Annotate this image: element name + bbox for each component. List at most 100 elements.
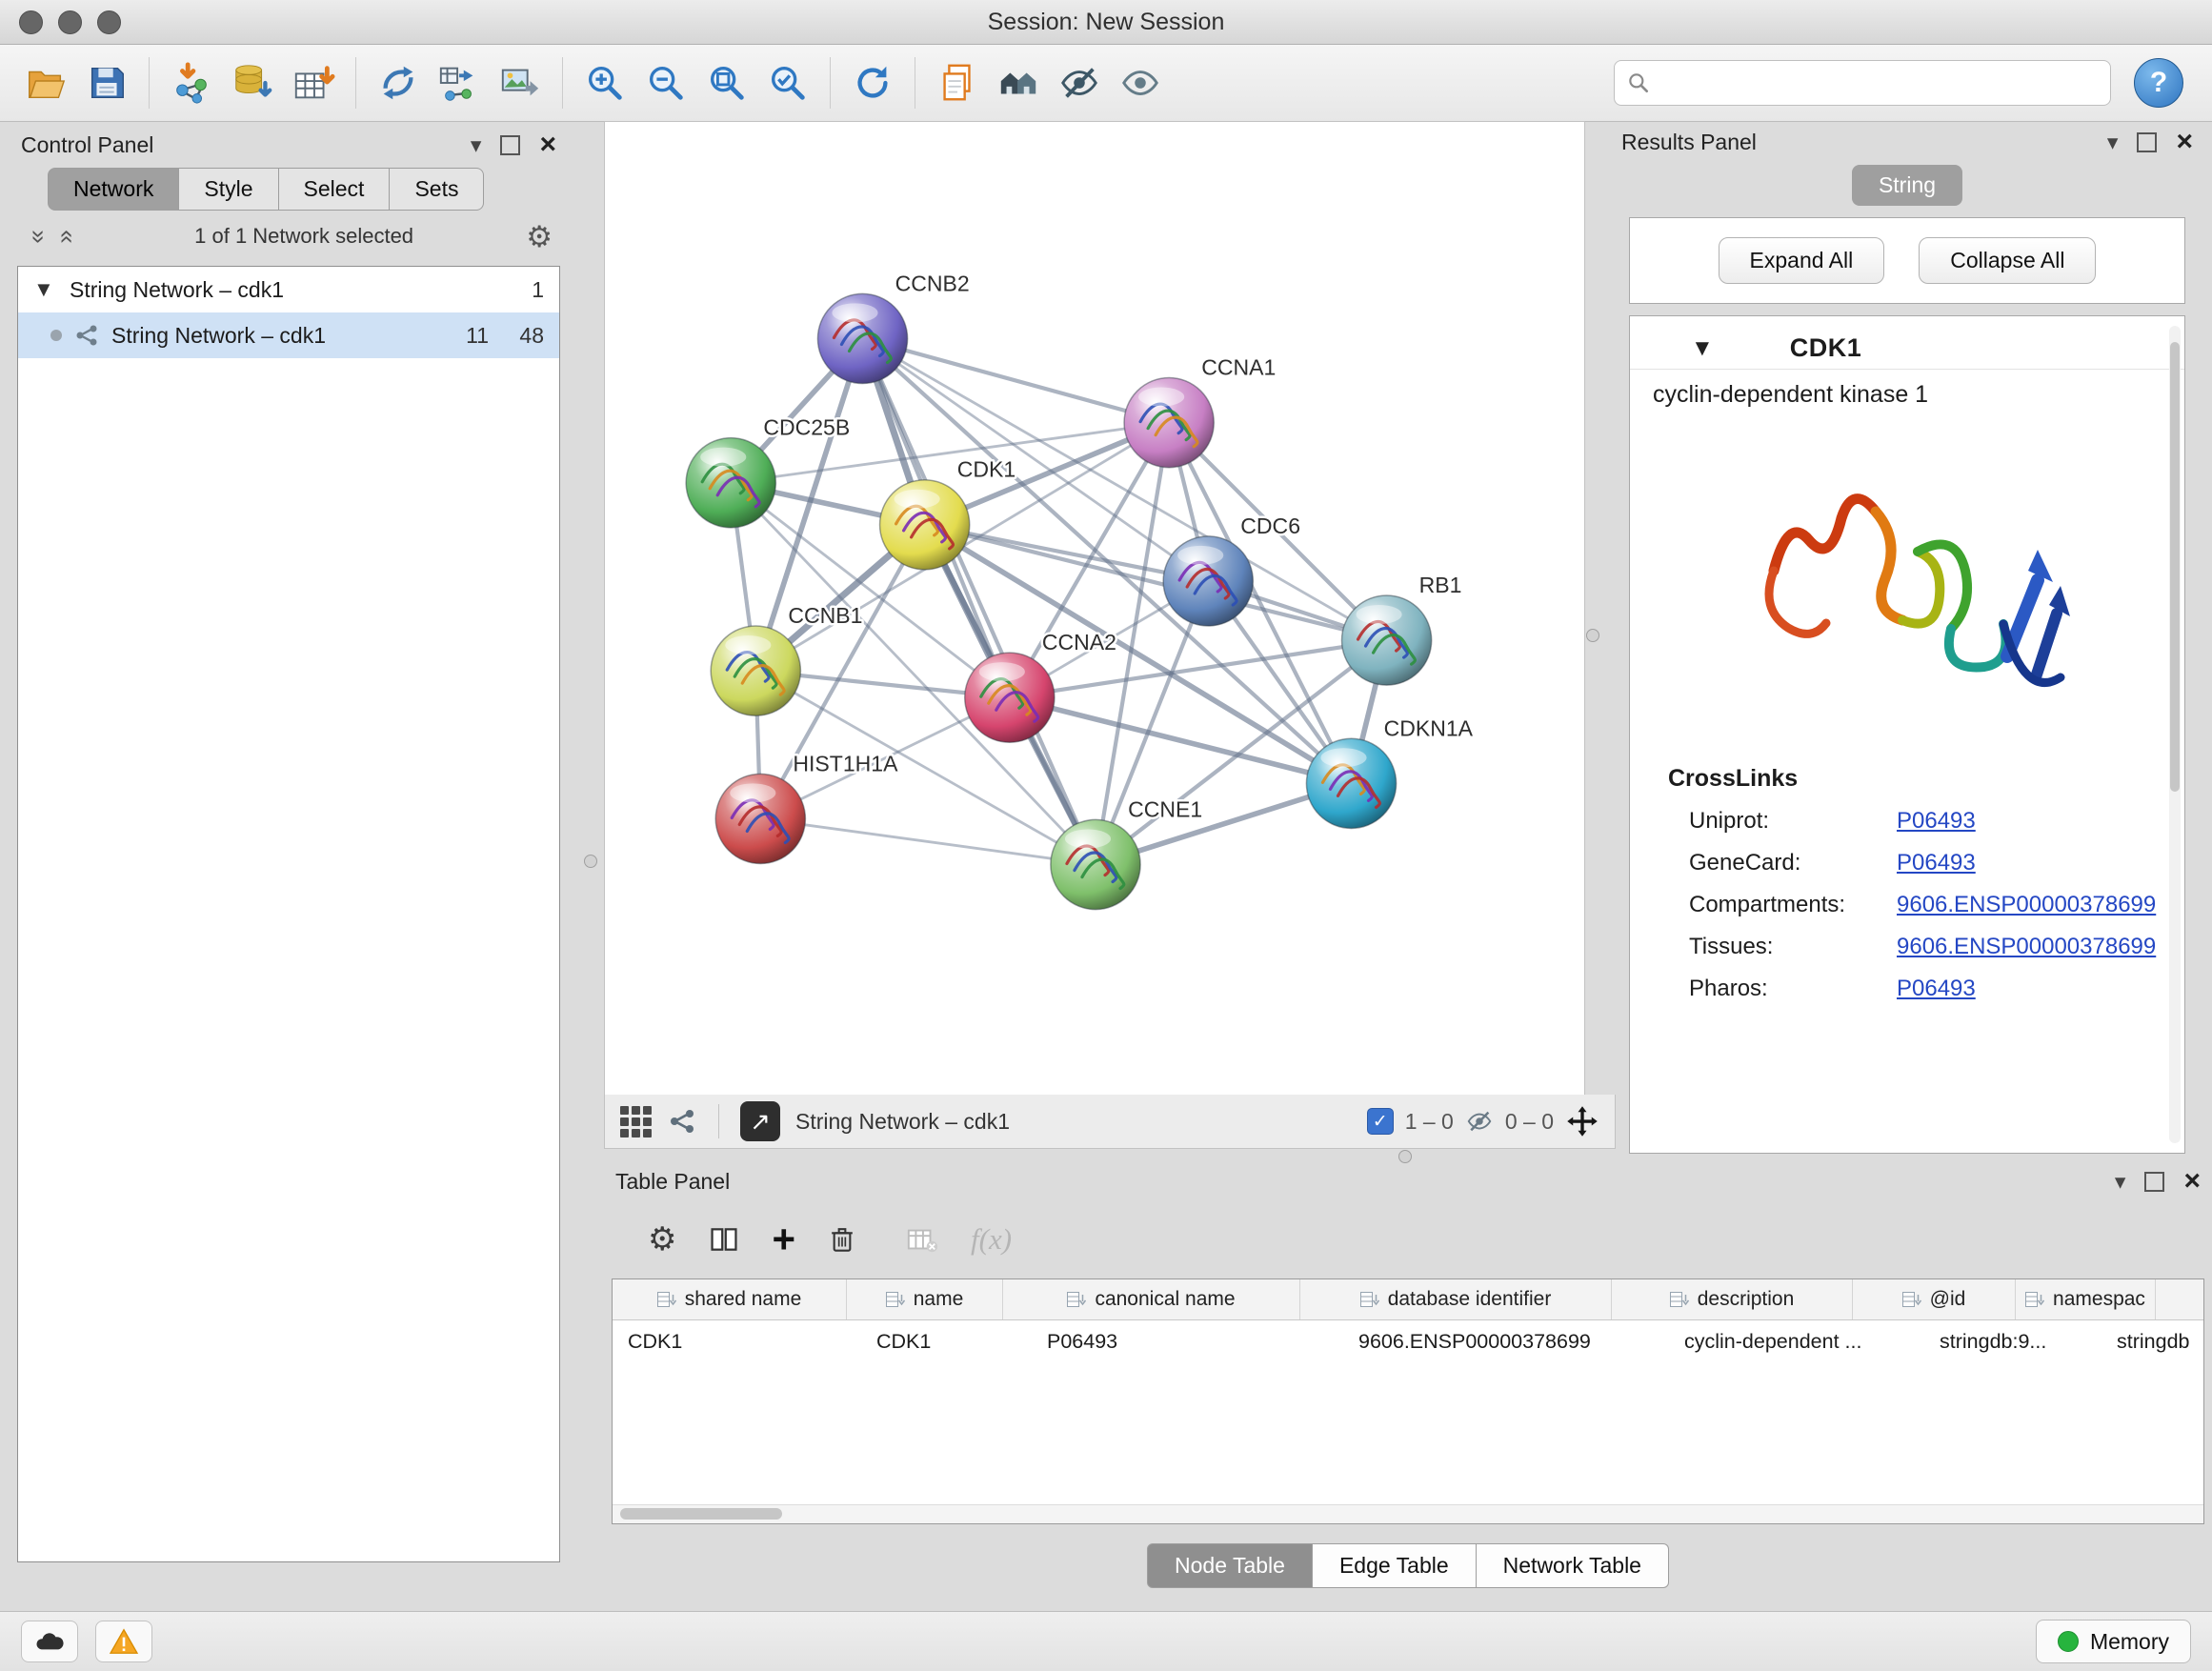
- network-row[interactable]: String Network – cdk1 11 48: [18, 312, 559, 358]
- open-in-window-button[interactable]: ↗: [740, 1101, 780, 1141]
- column-header-namespac[interactable]: namespac: [2016, 1279, 2156, 1319]
- open-session-button[interactable]: [15, 53, 76, 112]
- apply-layout-button[interactable]: [842, 53, 903, 112]
- column-header-description[interactable]: description: [1612, 1279, 1853, 1319]
- tab-edge-table[interactable]: Edge Table: [1313, 1543, 1477, 1588]
- show-all-button[interactable]: [1110, 53, 1171, 112]
- panel-menu-caret-icon[interactable]: ▾: [2107, 131, 2119, 153]
- gene-collapse-caret-icon[interactable]: ▼: [1691, 335, 1714, 362]
- panel-float-icon[interactable]: [500, 135, 520, 155]
- panel-float-icon[interactable]: [2144, 1172, 2164, 1192]
- table-panel-title: Table Panel: [615, 1169, 730, 1195]
- table-horizontal-scrollbar[interactable]: [613, 1504, 2203, 1523]
- save-session-button[interactable]: [76, 53, 137, 112]
- import-table-button[interactable]: [283, 53, 344, 112]
- table-cell[interactable]: 9606.ENSP00000378699: [1343, 1320, 1669, 1362]
- toolbar-separator: [355, 57, 356, 109]
- table-cell[interactable]: cyclin-dependent ...: [1669, 1320, 1924, 1362]
- network-canvas[interactable]: CCNB2CCNA1CDC25BCDK1CDC6RB1CCNB1CCNA2CDK…: [605, 122, 1584, 1096]
- zoom-fit-button[interactable]: [696, 53, 757, 112]
- scrollbar-thumb[interactable]: [620, 1508, 782, 1520]
- tab-select[interactable]: Select: [279, 168, 391, 211]
- window-zoom-button[interactable]: [97, 10, 121, 34]
- search-input[interactable]: [1660, 70, 2099, 96]
- window-minimize-button[interactable]: [58, 10, 82, 34]
- crosslink-link[interactable]: P06493: [1897, 850, 1976, 876]
- crosslink-label: Pharos:: [1689, 976, 1897, 1002]
- results-scrollbar[interactable]: [2169, 326, 2181, 1143]
- panel-menu-caret-icon[interactable]: ▾: [471, 134, 482, 156]
- network-edge[interactable]: [925, 525, 1387, 640]
- column-header-database-identifier[interactable]: database identifier: [1300, 1279, 1612, 1319]
- add-column-plus-icon[interactable]: +: [772, 1223, 795, 1256]
- window-close-button[interactable]: [19, 10, 43, 34]
- column-header-shared-name[interactable]: shared name: [613, 1279, 847, 1319]
- hide-selected-button[interactable]: [1049, 53, 1110, 112]
- birds-eye-view-icon[interactable]: [620, 1106, 652, 1137]
- help-button[interactable]: ?: [2134, 58, 2183, 108]
- network-edge[interactable]: [760, 818, 1096, 864]
- panel-close-icon[interactable]: ×: [2183, 1167, 2201, 1196]
- right-splitter-grip[interactable]: [1586, 629, 1599, 642]
- zoom-selected-icon: [766, 61, 810, 105]
- memory-label: Memory: [2090, 1629, 2169, 1655]
- new-network-from-table-button[interactable]: [429, 53, 490, 112]
- export-image-button[interactable]: [490, 53, 551, 112]
- column-header--id[interactable]: @id: [1853, 1279, 2016, 1319]
- pan-crosshair-icon[interactable]: [1565, 1104, 1599, 1138]
- table-cell[interactable]: stringdb:9...: [1924, 1320, 2101, 1362]
- panel-close-icon[interactable]: ×: [2176, 128, 2193, 156]
- zoom-out-button[interactable]: [635, 53, 696, 112]
- memory-button[interactable]: Memory: [2036, 1620, 2191, 1663]
- tree-expand-caret-icon[interactable]: ▼: [33, 277, 58, 302]
- tab-sets[interactable]: Sets: [390, 168, 484, 211]
- column-header-name[interactable]: name: [847, 1279, 1003, 1319]
- tab-style[interactable]: Style: [179, 168, 278, 211]
- table-cell[interactable]: CDK1: [861, 1320, 1032, 1362]
- zoom-in-icon: [583, 61, 627, 105]
- table-cell[interactable]: P06493: [1032, 1320, 1343, 1362]
- collapse-all-button[interactable]: Collapse All: [1919, 237, 2096, 284]
- network-overview-icon[interactable]: [667, 1106, 697, 1137]
- zoom-selected-button[interactable]: [757, 53, 818, 112]
- network-options-gear-icon[interactable]: ⚙: [526, 222, 553, 252]
- first-neighbors-button[interactable]: [988, 53, 1049, 112]
- tab-network-table[interactable]: Network Table: [1477, 1543, 1669, 1588]
- panel-close-icon[interactable]: ×: [539, 131, 556, 159]
- crosslink-link[interactable]: P06493: [1897, 808, 1976, 835]
- selected-checkbox[interactable]: ✓: [1367, 1108, 1394, 1135]
- import-network-file-button[interactable]: [161, 53, 222, 112]
- delete-column-trash-icon[interactable]: [828, 1225, 856, 1254]
- show-columns-icon[interactable]: [709, 1224, 739, 1255]
- warnings-button[interactable]: [95, 1621, 152, 1662]
- new-network-button[interactable]: [368, 53, 429, 112]
- crosslink-label: Uniprot:: [1689, 808, 1897, 835]
- panel-menu-caret-icon[interactable]: ▾: [2115, 1171, 2126, 1193]
- collapse-all-icon[interactable]: »: [25, 222, 54, 251]
- crosslink-link[interactable]: P06493: [1897, 976, 1976, 1002]
- network-collection-row[interactable]: ▼ String Network – cdk1 1: [18, 267, 559, 312]
- node-label-cdc6: CDC6: [1240, 513, 1300, 538]
- tab-node-table[interactable]: Node Table: [1147, 1543, 1313, 1588]
- crosslink-link[interactable]: 9606.ENSP00000378699: [1897, 892, 2156, 918]
- crosslink-link[interactable]: 9606.ENSP00000378699: [1897, 934, 2156, 960]
- table-options-gear-icon[interactable]: ⚙: [648, 1223, 676, 1256]
- network-edge[interactable]: [863, 338, 1096, 864]
- table-cell[interactable]: stringdb: [2101, 1320, 2204, 1362]
- table-row[interactable]: CDK1CDK1P064939606.ENSP00000378699cyclin…: [613, 1320, 2203, 1362]
- tab-string[interactable]: String: [1852, 165, 1962, 206]
- expand-all-icon[interactable]: «: [53, 222, 83, 251]
- zoom-in-button[interactable]: [574, 53, 635, 112]
- copy-button[interactable]: [927, 53, 988, 112]
- panel-float-icon[interactable]: [2137, 132, 2157, 152]
- tab-network[interactable]: Network: [48, 168, 179, 211]
- left-splitter-grip[interactable]: [584, 855, 597, 868]
- window-controls: [19, 10, 121, 34]
- cloud-status-button[interactable]: [21, 1621, 78, 1662]
- table-cell[interactable]: CDK1: [613, 1320, 861, 1362]
- import-network-database-button[interactable]: [222, 53, 283, 112]
- bottom-splitter-grip[interactable]: [1398, 1150, 1412, 1163]
- column-header-canonical-name[interactable]: canonical name: [1003, 1279, 1300, 1319]
- network-arrows-icon: [376, 61, 420, 105]
- expand-all-button[interactable]: Expand All: [1719, 237, 1885, 284]
